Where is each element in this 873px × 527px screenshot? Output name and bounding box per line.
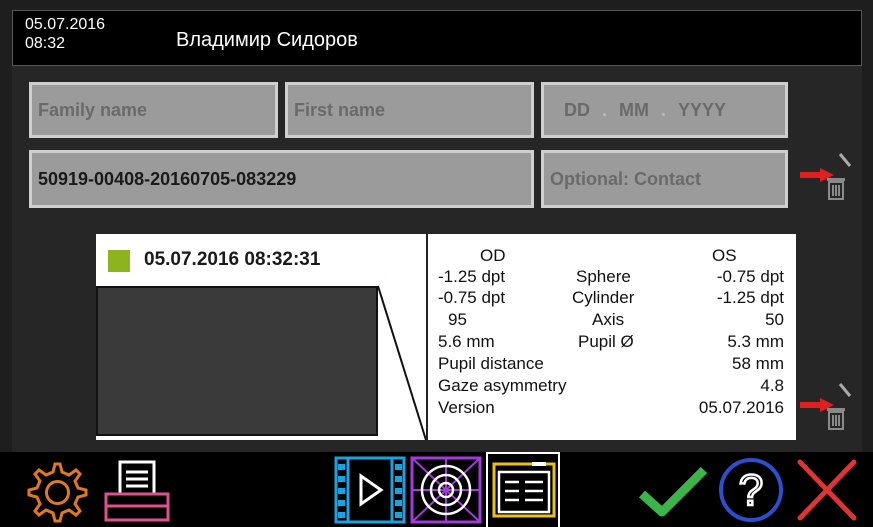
measurement-record[interactable]: 05.07.2016 08:32:31 OD OS -1.25 dpt Sphe… xyxy=(96,234,796,440)
trash-icon xyxy=(827,178,845,200)
family-name-field[interactable]: Family name xyxy=(29,82,278,138)
axis-os: 50 xyxy=(765,310,784,329)
callout-wedge xyxy=(377,234,428,440)
record-details: OD OS -1.25 dpt Sphere -0.75 dpt -0.75 d… xyxy=(426,234,796,440)
sphere-od: -1.25 dpt xyxy=(438,267,506,286)
patient-id: 50919-00408-20160705-083229 xyxy=(38,168,297,189)
gaze-asymmetry-value: 4.8 xyxy=(760,376,784,395)
cylinder-od: -0.75 dpt xyxy=(438,288,506,307)
pupil-os: 5.3 mm xyxy=(727,332,784,351)
od-label: OD xyxy=(480,246,506,265)
sphere-os: -0.75 dpt xyxy=(716,267,784,286)
header-bar: 05.07.2016 08:32 Владимир Сидоров xyxy=(12,10,862,66)
header-date: 05.07.2016 xyxy=(25,16,106,33)
dob-separator: . xyxy=(602,99,608,120)
family-name-placeholder: Family name xyxy=(38,99,148,120)
trash-icon xyxy=(827,408,845,430)
dob-day[interactable]: DD xyxy=(564,100,590,121)
gaze-asymmetry-label: Gaze asymmetry xyxy=(438,376,567,395)
broom-icon xyxy=(838,153,852,167)
target-button[interactable] xyxy=(410,456,482,524)
report-tab-button[interactable] xyxy=(486,452,560,527)
dob-year[interactable]: YYYY xyxy=(678,100,726,121)
sphere-label: Sphere xyxy=(576,267,631,286)
dob-separator: . xyxy=(661,99,667,120)
header-time: 08:32 xyxy=(25,35,66,52)
date-of-birth-field[interactable]: DD . MM . YYYY xyxy=(541,82,788,138)
check-icon xyxy=(638,466,708,517)
first-name-placeholder: First name xyxy=(294,99,386,120)
user-name: Владимир Сидоров xyxy=(176,29,358,51)
print-button[interactable] xyxy=(102,460,172,527)
video-icon xyxy=(334,456,406,524)
delete-record-button[interactable] xyxy=(800,380,852,440)
svg-text:?: ? xyxy=(739,466,763,515)
contact-placeholder: Optional: Contact xyxy=(550,168,701,189)
first-name-field[interactable]: First name xyxy=(285,82,534,138)
cylinder-label: Cylinder xyxy=(572,288,635,307)
printer-icon xyxy=(104,460,170,522)
contact-field[interactable]: Optional: Contact xyxy=(541,150,788,208)
video-button[interactable] xyxy=(334,456,406,524)
patient-id-field[interactable]: 50919-00408-20160705-083229 xyxy=(29,150,534,208)
help-button[interactable]: ? xyxy=(716,456,786,527)
axis-label: Axis xyxy=(592,310,625,329)
dob-month[interactable]: MM xyxy=(619,100,649,121)
target-icon xyxy=(410,456,482,524)
close-button[interactable] xyxy=(794,456,860,527)
cylinder-os: -1.25 dpt xyxy=(716,288,784,307)
pupil-od: 5.6 mm xyxy=(438,332,495,351)
record-timestamp: 05.07.2016 08:32:31 xyxy=(144,249,321,270)
confirm-button[interactable] xyxy=(636,460,710,525)
version-value: 05.07.2016 xyxy=(698,398,784,417)
gear-icon xyxy=(27,462,88,523)
os-label: OS xyxy=(712,246,737,265)
version-label: Version xyxy=(438,398,495,417)
record-summary[interactable]: 05.07.2016 08:32:31 xyxy=(96,234,428,440)
bottom-toolbar: ? xyxy=(0,452,873,527)
pupil-distance-value: 58 mm xyxy=(732,354,784,373)
close-icon xyxy=(797,459,857,521)
datetime: 05.07.2016 08:32 xyxy=(25,15,105,53)
delete-patient-button[interactable] xyxy=(800,150,852,210)
status-indicator xyxy=(108,250,130,272)
broom-icon xyxy=(838,383,852,397)
pupil-distance-label: Pupil distance xyxy=(438,354,544,373)
help-icon: ? xyxy=(719,458,783,522)
pupil-label: Pupil Ø xyxy=(578,332,634,351)
record-thumbnail[interactable] xyxy=(96,286,378,436)
report-icon xyxy=(492,462,556,518)
axis-od: 95 xyxy=(448,310,467,329)
settings-button[interactable] xyxy=(18,458,92,527)
